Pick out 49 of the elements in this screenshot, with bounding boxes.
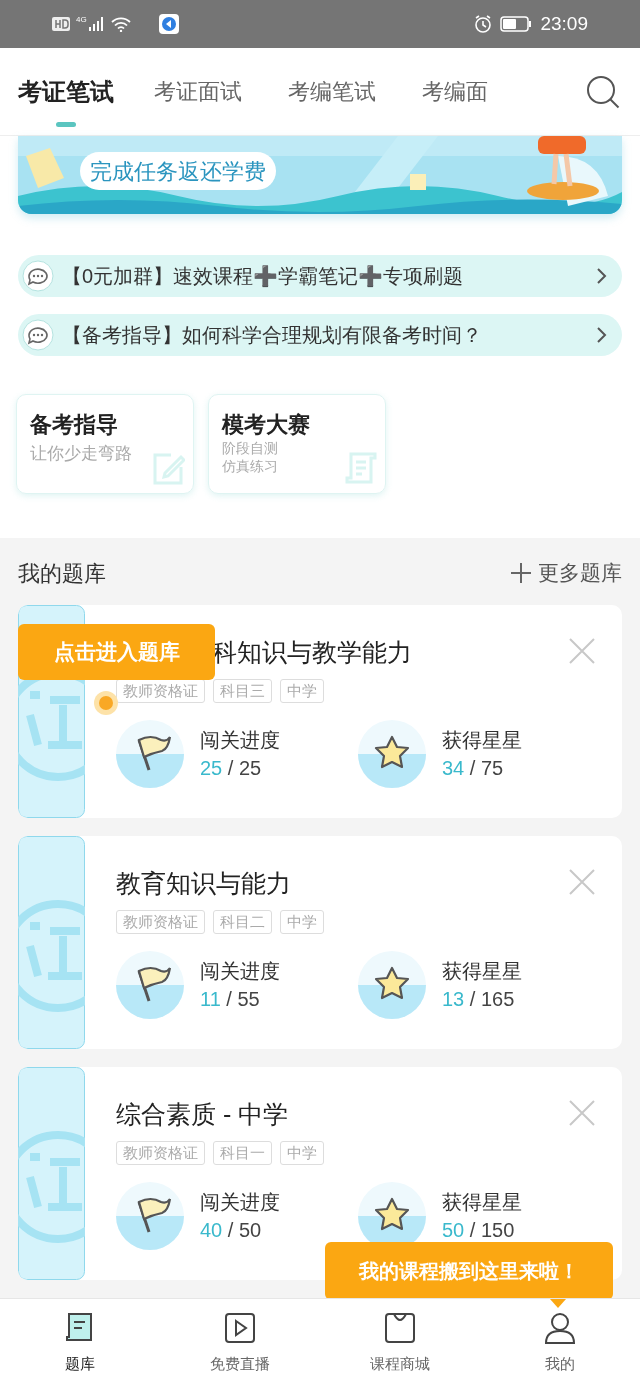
tag: 中学 (280, 679, 324, 703)
notice-text: 【备考指导】如何科学合理规划有限备考时间？ (62, 323, 483, 348)
meter-label: 获得星星 (442, 1190, 522, 1215)
nav-item[interactable]: 免费直播 (160, 1299, 320, 1386)
notice-bar[interactable]: 【0元加群】速效课程➕学霸笔记➕专项刷题 (18, 255, 622, 297)
nav-item[interactable]: 题库 (0, 1299, 160, 1386)
meter-value: 50 / 150 (442, 1218, 516, 1243)
tooltip: 点击进入题库 (18, 624, 215, 680)
status-time: 23:09 (540, 11, 588, 36)
tooltip: 我的课程搬到这里来啦！ (325, 1242, 613, 1300)
tag: 科目三 (213, 679, 272, 703)
meter-value: 13 / 165 (442, 987, 516, 1012)
tag: 科目二 (213, 910, 272, 934)
card-title: 备考指导 (30, 411, 119, 439)
meter-label: 闯关进度 (200, 959, 280, 984)
notice-text: 【0元加群】速效课程➕学霸笔记➕专项刷题 (62, 264, 465, 289)
tag: 中学 (280, 1141, 324, 1165)
tag: 科目一 (213, 1141, 272, 1165)
tab[interactable]: 考证笔试 (18, 48, 114, 135)
course-title: 教育知识与能力 (116, 868, 291, 898)
more-link[interactable]: 更多题库 (510, 557, 622, 589)
nav-item[interactable]: 我的 (480, 1299, 640, 1386)
course-title: 综合素质 - 中学 (116, 1099, 289, 1129)
card-subtitle: 仿真练习 (222, 457, 279, 475)
card-subtitle: 阶段自测 (222, 439, 279, 457)
card-subtitle: 让你少走弯路 (30, 443, 133, 465)
card-title: 模考大赛 (222, 411, 311, 439)
network-type-label: 4G (76, 16, 87, 24)
meter-value: 34 / 75 (442, 756, 505, 781)
tab[interactable]: 考证面试 (154, 48, 242, 135)
tag: 教师资格证 (116, 910, 205, 934)
section-title: 我的题库 (18, 559, 106, 588)
shortcut-card[interactable]: 模考大赛 阶段自测 仿真练习 (208, 394, 386, 494)
meter-label: 闯关进度 (200, 728, 280, 753)
tag: 中学 (280, 910, 324, 934)
nav-item[interactable]: 课程商城 (320, 1299, 480, 1386)
banner-label: 完成任务返还学费 (80, 152, 276, 190)
tag: 教师资格证 (116, 1141, 205, 1165)
tab[interactable]: 考编面 (422, 48, 488, 135)
meter-value: 11 / 55 (200, 987, 261, 1012)
shortcut-card[interactable]: 备考指导 让你少走弯路 (16, 394, 194, 494)
course-card[interactable]: 教育知识与能力 教师资格证 科目二 中学 闯关进度 11 / 55 获得星星 13 / 165 (18, 836, 622, 1049)
notice-bar[interactable]: 【备考指导】如何科学合理规划有限备考时间？ (18, 314, 622, 356)
meter-value: 25 / 25 (200, 756, 263, 781)
tab[interactable]: 考编笔试 (288, 48, 376, 135)
meter-label: 闯关进度 (200, 1190, 280, 1215)
meter-label: 获得星星 (442, 728, 522, 753)
meter-value: 40 / 50 (200, 1218, 263, 1243)
meter-label: 获得星星 (442, 959, 522, 984)
